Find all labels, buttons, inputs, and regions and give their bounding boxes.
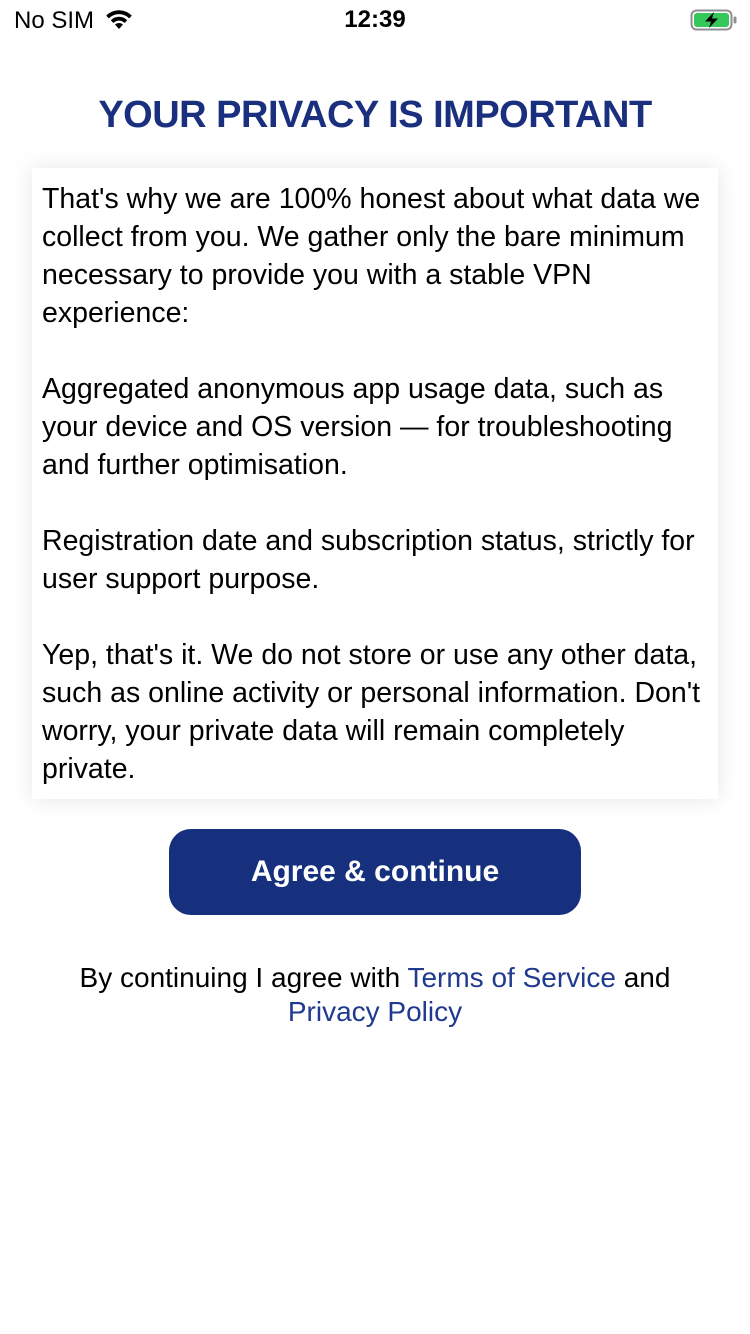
agree-continue-button[interactable]: Agree & continue (169, 829, 581, 915)
clock: 12:39 (344, 6, 406, 33)
privacy-text-card: That's why we are 100% honest about what… (32, 168, 718, 799)
privacy-policy-link[interactable]: Privacy Policy (288, 996, 462, 1027)
terms-of-service-link[interactable]: Terms of Service (407, 962, 616, 993)
legal-notice: By continuing I agree with Terms of Serv… (0, 961, 750, 1029)
privacy-paragraph: That's why we are 100% honest about what… (42, 183, 701, 329)
privacy-paragraph: Yep, that's it. We do not store or use a… (42, 639, 701, 785)
battery-charging-icon (690, 9, 737, 31)
privacy-screen: No SIM 12:39 YOUR PRIVACY IS IMPORTANT T… (0, 0, 750, 1334)
legal-prefix: By continuing I agree with (79, 962, 408, 993)
privacy-paragraph: Registration date and subscription statu… (42, 525, 695, 595)
status-bar: No SIM 12:39 (0, 0, 750, 40)
privacy-paragraph: Aggregated anonymous app usage data, suc… (42, 373, 673, 481)
legal-conjunction: and (615, 962, 671, 993)
page-title: YOUR PRIVACY IS IMPORTANT (98, 94, 652, 136)
